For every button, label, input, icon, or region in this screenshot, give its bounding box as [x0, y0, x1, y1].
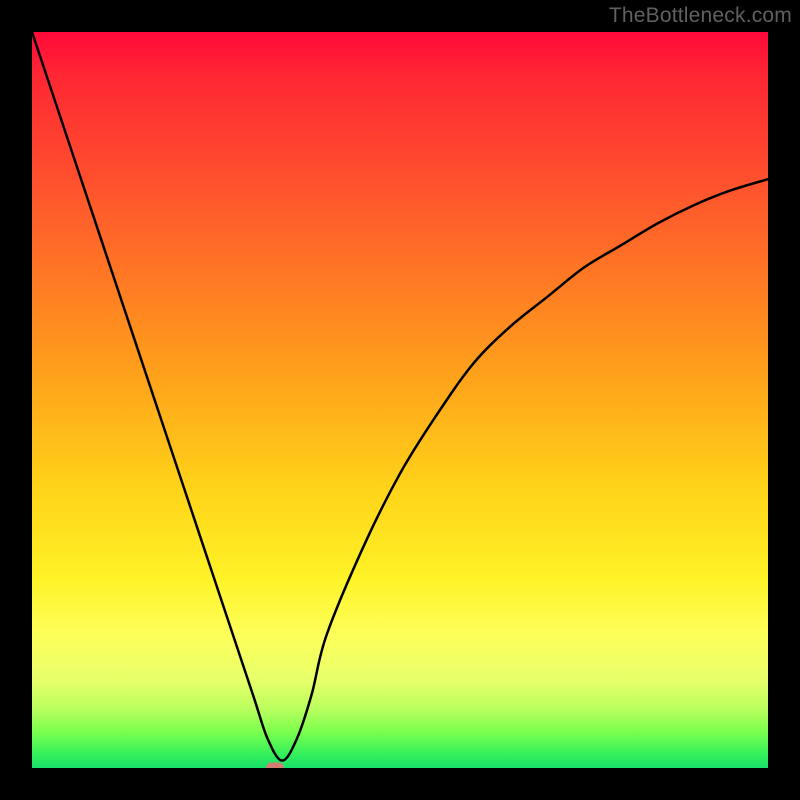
watermark-text: TheBottleneck.com — [609, 4, 792, 28]
bottleneck-curve — [32, 32, 768, 768]
chart-frame: TheBottleneck.com — [0, 0, 800, 800]
bottleneck-marker — [266, 763, 284, 769]
chart-plot-area — [32, 32, 768, 768]
